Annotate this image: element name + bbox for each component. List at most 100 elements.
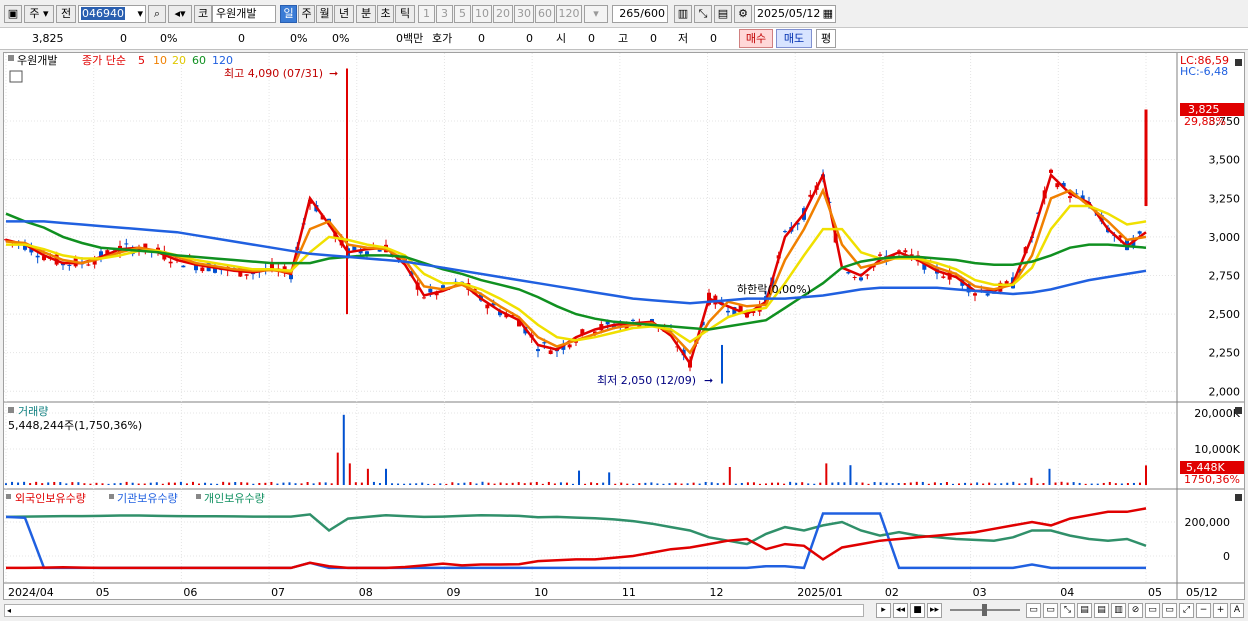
- volume-bar: [119, 482, 122, 485]
- buy-button[interactable]: 매수: [739, 29, 773, 48]
- price-tick-label: 3,500: [1209, 154, 1241, 167]
- interval-custom-select[interactable]: ▾: [584, 5, 608, 23]
- interval-30[interactable]: 30: [514, 5, 534, 23]
- volume-bar: [728, 467, 731, 485]
- price-tick-label: 3,000: [1209, 231, 1241, 244]
- stop-icon[interactable]: ■: [910, 603, 925, 618]
- volume-bar: [5, 483, 7, 485]
- volume-bar: [125, 481, 128, 485]
- interval-3[interactable]: 3: [436, 5, 453, 23]
- date-tick-label: 02: [885, 586, 899, 599]
- layout-icon-10[interactable]: ⤢: [1179, 603, 1194, 618]
- volume-bar: [843, 482, 846, 485]
- period-week[interactable]: 주: [298, 5, 315, 23]
- candle-body: [86, 264, 91, 266]
- date-field[interactable]: 2025/05/12 ▦: [754, 5, 836, 23]
- holding-legend-marker-2: [109, 494, 114, 499]
- prev-button[interactable]: 전: [56, 5, 76, 23]
- volume-bar: [240, 482, 243, 485]
- layout-icon-6[interactable]: ▥: [1111, 603, 1126, 618]
- layout-icon-5[interactable]: ▤: [1094, 603, 1109, 618]
- volume-bar: [505, 483, 508, 485]
- speaker-icon[interactable]: ◂▾: [168, 5, 192, 23]
- volume-panel-close-icon[interactable]: [1235, 407, 1242, 414]
- period-month[interactable]: 월: [316, 5, 333, 23]
- stock-name-field[interactable]: 우원개발: [212, 5, 276, 23]
- volume-tick-label: 20,000K: [1194, 407, 1240, 420]
- market-type-select[interactable]: 주 ▾: [24, 5, 54, 23]
- sell-button[interactable]: 매도: [776, 29, 812, 48]
- legend-institution: 기관보유수량: [117, 492, 178, 505]
- interval-20[interactable]: 20: [493, 5, 513, 23]
- window-icon[interactable]: ▣: [4, 5, 22, 23]
- date-tick-label: 04: [1060, 586, 1074, 599]
- draw-icon[interactable]: ⤡: [694, 5, 712, 23]
- save-icon[interactable]: ▤: [714, 5, 732, 23]
- horizontal-scrollbar[interactable]: ◂: [4, 604, 864, 617]
- interval-1[interactable]: 1: [418, 5, 435, 23]
- price-chart-svg[interactable]: 2,0002,2502,5002,7503,0003,2503,5003,750…: [4, 53, 1244, 599]
- volume-bar: [161, 483, 164, 485]
- zoom-in-icon[interactable]: +: [1213, 603, 1228, 618]
- calculator-icon[interactable]: [9, 70, 23, 83]
- auto-scale-icon[interactable]: A: [1230, 603, 1244, 618]
- scroll-right-icon[interactable]: ▸: [876, 603, 891, 618]
- rewind-icon[interactable]: ◂◂: [893, 603, 908, 618]
- volume-bar: [312, 483, 315, 485]
- market-badge: 코: [194, 5, 212, 23]
- gear-icon[interactable]: ⚙: [734, 5, 752, 23]
- code-input[interactable]: 046940 ▾: [78, 5, 146, 23]
- volume-bar: [970, 483, 973, 485]
- layout-icon-4[interactable]: ▤: [1077, 603, 1092, 618]
- volume-bar: [451, 482, 454, 485]
- candle-body: [878, 254, 882, 256]
- volume-bar: [415, 483, 418, 485]
- layout-icon-7[interactable]: ⊘: [1128, 603, 1143, 618]
- period-year[interactable]: 년: [334, 5, 354, 23]
- volume-bar: [330, 483, 333, 485]
- volume-bar: [1072, 482, 1075, 485]
- volume-bar: [837, 482, 840, 485]
- volume-bar: [1018, 483, 1021, 485]
- candle-body: [1137, 231, 1142, 234]
- price-tick-label: 3,250: [1209, 192, 1241, 205]
- period-tick[interactable]: 틱: [395, 5, 415, 23]
- layout-icon-9[interactable]: ▭: [1162, 603, 1177, 618]
- layout-icon-2[interactable]: ▭: [1043, 603, 1058, 618]
- interval-5[interactable]: 5: [454, 5, 471, 23]
- interval-60[interactable]: 60: [535, 5, 555, 23]
- volume-bar: [11, 481, 14, 485]
- period-day[interactable]: 일: [280, 5, 297, 23]
- high-annotation: 최고 4,090 (07/31): [224, 67, 323, 80]
- view-count-field[interactable]: 265/600: [612, 5, 668, 23]
- volume-bar: [662, 483, 665, 485]
- price-tick-label: 2,000: [1209, 385, 1241, 398]
- layout-icon-8[interactable]: ▭: [1145, 603, 1160, 618]
- zoom-out-icon[interactable]: −: [1196, 603, 1211, 618]
- period-minute[interactable]: 분: [356, 5, 376, 23]
- date-tick-label: 12: [710, 586, 724, 599]
- volume-bar: [77, 482, 80, 485]
- volume-bar: [342, 414, 345, 485]
- candle-body: [567, 344, 572, 348]
- scroll-left-icon[interactable]: ◂: [7, 606, 16, 615]
- interval-120[interactable]: 120: [556, 5, 582, 23]
- eval-button[interactable]: 평: [816, 29, 836, 48]
- holding-panel-close-icon[interactable]: [1235, 494, 1242, 501]
- fast-forward-icon[interactable]: ▸▸: [927, 603, 942, 618]
- price-panel-close-icon[interactable]: [1235, 59, 1242, 66]
- volume-bar: [849, 465, 852, 485]
- chart-area[interactable]: 2,000 2,250 2,500 2,750 3,000 3,250 3,500 3,750…: [3, 52, 1245, 600]
- layout-icon-1[interactable]: ▭: [1026, 603, 1041, 618]
- layout-icon-3[interactable]: ⤡: [1060, 603, 1075, 618]
- search-icon[interactable]: ⌕: [148, 5, 166, 23]
- interval-10[interactable]: 10: [472, 5, 492, 23]
- volume-bar: [674, 482, 677, 485]
- volume-bar: [517, 482, 520, 485]
- candle-icon[interactable]: ▥: [674, 5, 692, 23]
- period-second[interactable]: 초: [377, 5, 394, 23]
- volume-bar: [391, 483, 394, 485]
- price-tick-label: 2,250: [1209, 347, 1241, 360]
- zoom-slider-handle[interactable]: [982, 604, 987, 616]
- legend-ma-label: 종가 단순: [82, 54, 126, 67]
